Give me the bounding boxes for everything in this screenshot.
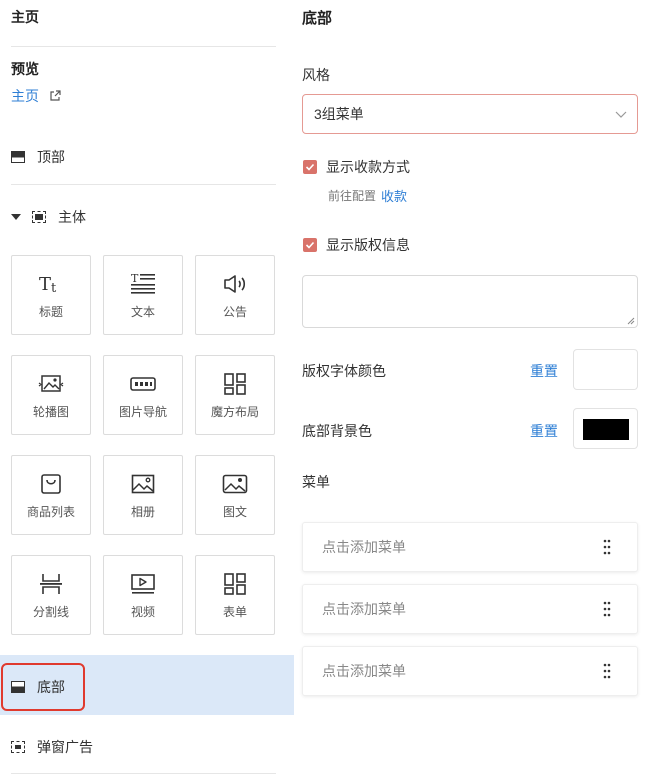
divider — [11, 184, 276, 185]
copyright-textarea[interactable] — [302, 275, 638, 328]
drag-handle-icon[interactable] — [603, 601, 611, 617]
drag-handle-icon[interactable] — [603, 663, 611, 679]
menu-item[interactable]: 点击添加菜单 — [302, 584, 638, 634]
show-copyright-label: 显示版权信息 — [326, 237, 410, 253]
reset-font-color-button[interactable]: 重置 — [530, 361, 558, 381]
menu-item[interactable]: 点击添加菜单 — [302, 646, 638, 696]
component-label: 表单 — [222, 604, 247, 619]
font-color-picker[interactable] — [573, 349, 638, 390]
top-block-icon — [11, 151, 25, 163]
section-body-label: 主体 — [58, 209, 86, 225]
component-title[interactable]: Tt 标题 — [11, 255, 91, 335]
body-block-icon — [32, 211, 46, 223]
preview-home-link-label: 主页 — [11, 88, 39, 104]
style-select-value: 3组菜单 — [314, 106, 364, 122]
component-label: 轮播图 — [32, 404, 69, 419]
show-copyright-checkbox[interactable]: 显示版权信息 — [303, 235, 410, 255]
payment-config-hint: 前往配置 收款 — [328, 186, 407, 205]
annotation-highlight-box — [1, 663, 85, 711]
component-label: 文本 — [130, 304, 155, 319]
component-label: 图文 — [222, 504, 247, 519]
cube-layout-icon — [222, 371, 248, 397]
form-icon — [222, 571, 248, 597]
divider — [11, 773, 276, 774]
menu-item-placeholder: 点击添加菜单 — [322, 663, 406, 679]
checkbox-checked-icon — [303, 160, 317, 174]
component-divider[interactable]: 分割线 — [11, 555, 91, 635]
section-popup-ad[interactable]: 弹窗广告 — [11, 737, 93, 757]
preview-label: 预览 — [11, 61, 39, 77]
panel-title: 底部 — [302, 10, 333, 27]
component-sidebar: 主页 预览 主页 顶部 主体 Tt 标题 T 文本 公告 轮播图 图片导航 魔方… — [0, 0, 294, 776]
component-text[interactable]: T 文本 — [103, 255, 183, 335]
reset-bg-color-button[interactable]: 重置 — [530, 421, 558, 441]
component-image-nav[interactable]: 图片导航 — [103, 355, 183, 435]
show-payment-label: 显示收款方式 — [326, 159, 410, 175]
component-label: 图片导航 — [118, 404, 167, 419]
checkbox-checked-icon — [303, 238, 317, 252]
show-payment-checkbox[interactable]: 显示收款方式 — [303, 157, 410, 177]
component-label: 标题 — [38, 304, 63, 319]
component-notice[interactable]: 公告 — [195, 255, 275, 335]
shopping-bag-icon — [38, 471, 64, 497]
menu-label: 菜单 — [302, 474, 330, 490]
style-select[interactable]: 3组菜单 — [302, 94, 638, 134]
section-popup-label: 弹窗广告 — [37, 739, 93, 755]
preview-home-link[interactable]: 主页 — [11, 86, 61, 106]
component-label: 相册 — [130, 504, 155, 519]
component-label: 商品列表 — [26, 504, 75, 519]
component-image-text[interactable]: 图文 — [195, 455, 275, 535]
video-icon — [130, 571, 156, 597]
component-label: 视频 — [130, 604, 155, 619]
bg-color-swatch — [583, 419, 629, 440]
menu-item-placeholder: 点击添加菜单 — [322, 601, 406, 617]
component-product-list[interactable]: 商品列表 — [11, 455, 91, 535]
component-grid: Tt 标题 T 文本 公告 轮播图 图片导航 魔方布局 商品列表 相册 图文 分… — [11, 255, 276, 635]
image-nav-icon — [130, 371, 156, 397]
resize-grip-icon[interactable] — [627, 317, 635, 325]
component-cube-layout[interactable]: 魔方布局 — [195, 355, 275, 435]
component-label: 分割线 — [32, 604, 69, 619]
title-icon: Tt — [38, 271, 64, 297]
menu-item[interactable]: 点击添加菜单 — [302, 522, 638, 572]
component-label: 魔方布局 — [210, 404, 259, 419]
style-label: 风格 — [302, 67, 330, 83]
album-icon — [130, 471, 156, 497]
external-link-icon — [50, 90, 61, 101]
section-body[interactable]: 主体 — [11, 207, 86, 227]
svg-text:t: t — [51, 281, 57, 295]
bg-color-picker[interactable] — [573, 408, 638, 449]
carousel-icon — [38, 371, 64, 397]
chevron-down-icon — [615, 111, 627, 118]
image-text-icon — [222, 471, 248, 497]
payment-config-prefix: 前往配置 — [328, 189, 377, 203]
component-album[interactable]: 相册 — [103, 455, 183, 535]
section-top[interactable]: 顶部 — [11, 147, 65, 167]
section-top-label: 顶部 — [37, 149, 65, 165]
payment-config-link[interactable]: 收款 — [381, 186, 407, 205]
home-title: 主页 — [11, 9, 39, 25]
component-carousel[interactable]: 轮播图 — [11, 355, 91, 435]
popup-block-icon — [11, 741, 25, 753]
component-video[interactable]: 视频 — [103, 555, 183, 635]
caret-down-icon[interactable] — [11, 214, 21, 220]
copyright-font-color-label: 版权字体颜色 — [302, 363, 386, 379]
svg-text:T: T — [131, 272, 139, 285]
menu-item-placeholder: 点击添加菜单 — [322, 539, 406, 555]
svg-text:T: T — [39, 274, 51, 295]
text-icon: T — [130, 271, 156, 297]
component-label: 公告 — [222, 304, 247, 319]
divider-icon — [38, 571, 64, 597]
divider — [11, 46, 276, 47]
speaker-icon — [222, 271, 248, 297]
component-form[interactable]: 表单 — [195, 555, 275, 635]
bottom-bg-color-label: 底部背景色 — [302, 423, 372, 439]
drag-handle-icon[interactable] — [603, 539, 611, 555]
